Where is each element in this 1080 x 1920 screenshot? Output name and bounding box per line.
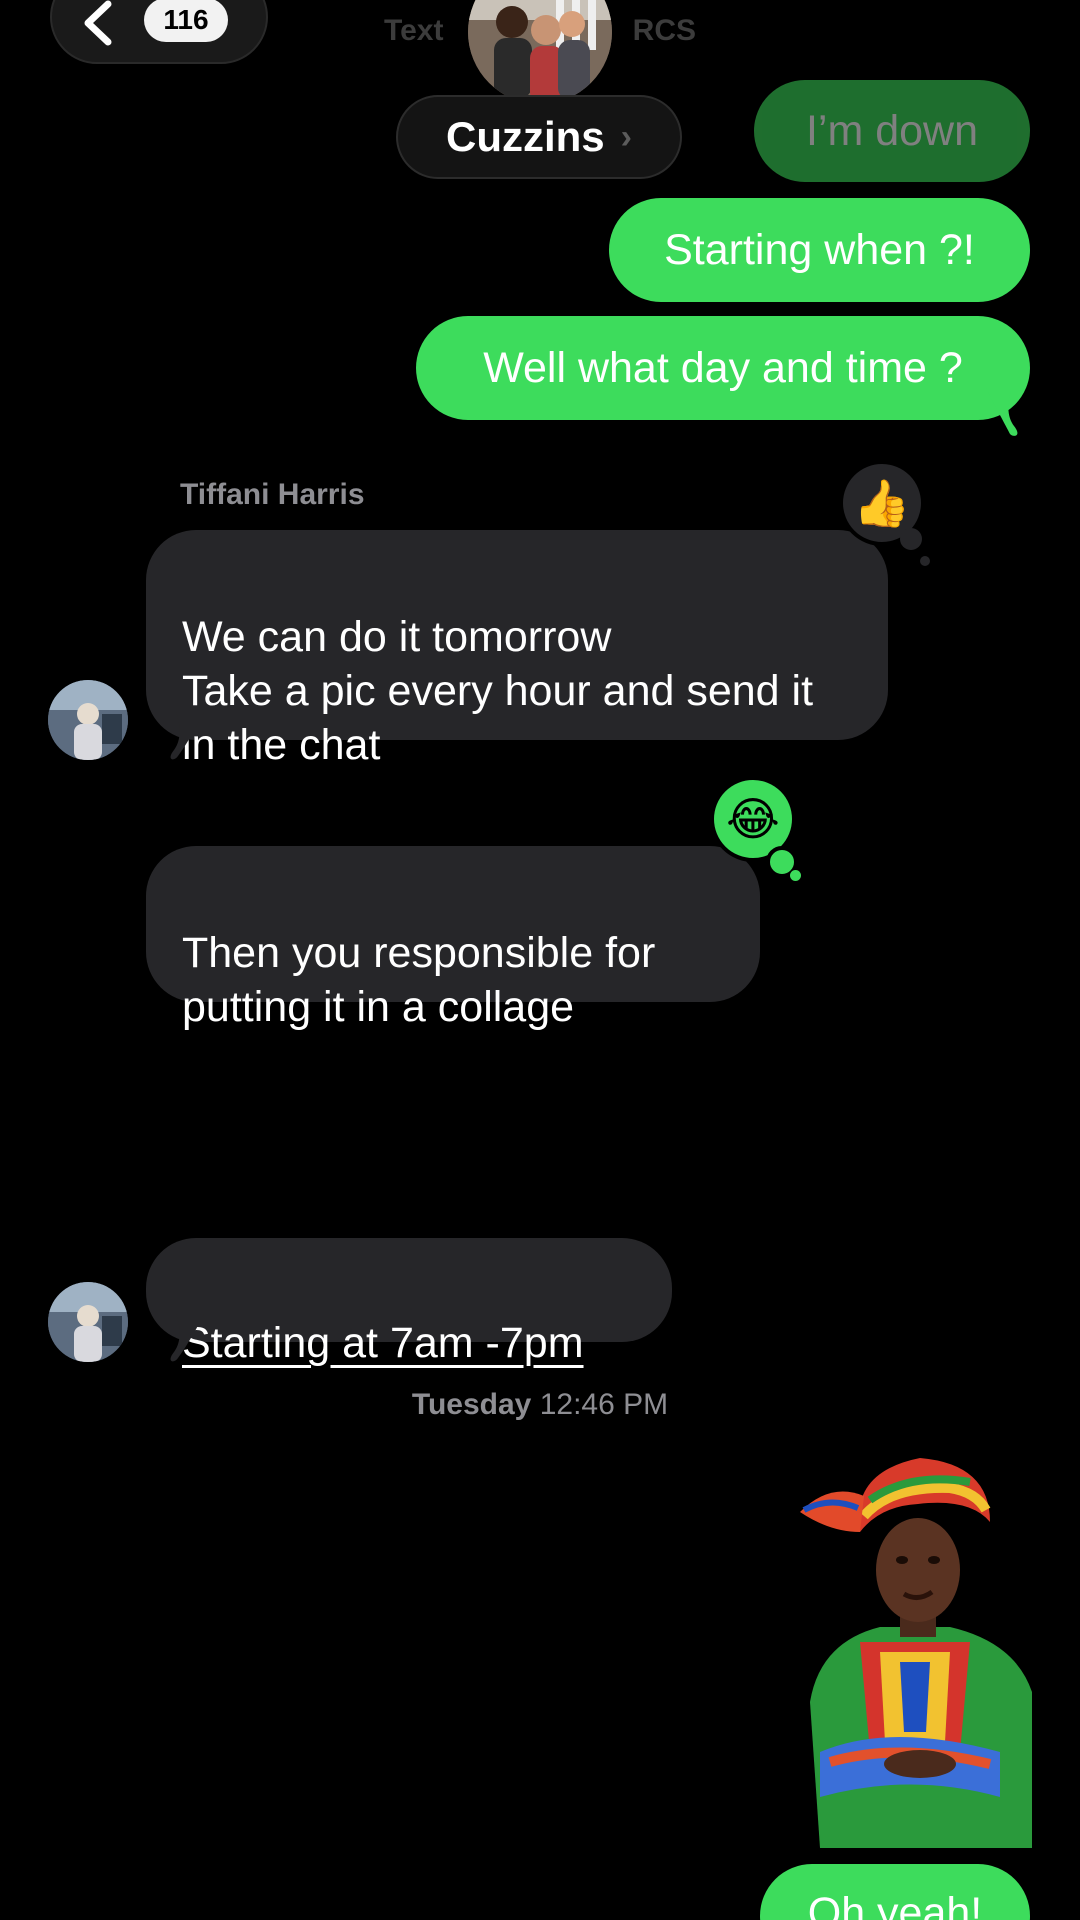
contact-photo-image — [48, 680, 128, 760]
detected-link-text[interactable]: Starting at 7am -7pm — [182, 1319, 584, 1367]
reaction-dot — [920, 556, 930, 566]
incoming-message[interactable]: We can do it tomorrow Take a pic every h… — [146, 530, 888, 769]
bubble-tail — [170, 712, 204, 760]
chevron-right-icon: › — [620, 117, 632, 156]
thumbs-up-icon: 👍 — [853, 476, 911, 529]
incoming-message[interactable]: Then you responsible for putting it in a… — [146, 846, 760, 1031]
service-label-right: RCS — [632, 14, 696, 47]
group-avatar[interactable] — [468, 0, 612, 104]
outgoing-message[interactable]: Well what day and time ? — [416, 316, 1030, 420]
chevron-left-icon — [84, 0, 112, 46]
conversation-title-button[interactable]: Cuzzins › — [396, 95, 682, 179]
laughing-emoji-icon: 😂 — [726, 793, 780, 845]
incoming-message[interactable]: Starting at 7am -7pm — [146, 1238, 672, 1367]
bubble-tail — [986, 388, 1018, 436]
messages-screen: 116 Text RCS Cuzzins › I’m down Starting… — [0, 0, 1080, 1920]
timestamp-day: Tuesday — [411, 1388, 532, 1421]
back-button[interactable]: 116 — [50, 0, 268, 64]
emoji-message[interactable]: 😂😂 — [146, 1054, 434, 1184]
timestamp-time: 12:46 PM — [539, 1388, 669, 1421]
reaction-dot — [790, 870, 801, 881]
bubble-tail — [170, 1314, 204, 1362]
contact-avatar[interactable] — [48, 1282, 128, 1362]
service-label-left: Text — [384, 14, 444, 47]
group-photo-image — [468, 0, 612, 104]
message-text: Well what day and time ? — [483, 344, 963, 392]
message-timestamp: Tuesday 12:46 PM — [0, 1388, 1080, 1422]
outgoing-message[interactable]: Starting when ?! — [609, 198, 1030, 302]
sender-name: Tiffani Harris — [180, 478, 365, 511]
conversation-title: Cuzzins — [446, 113, 605, 160]
contact-avatar[interactable] — [48, 680, 128, 760]
message-text: Then you responsible for putting it in a… — [182, 929, 656, 1031]
unread-count-badge: 116 — [144, 0, 228, 42]
outgoing-message[interactable]: I’m down — [754, 80, 1030, 182]
sticker-image[interactable] — [800, 1452, 1032, 1848]
message-text: We can do it tomorrow Take a pic every h… — [182, 613, 814, 769]
outgoing-message[interactable]: Oh yeah! — [760, 1864, 1030, 1920]
message-text: I’m down — [805, 107, 979, 155]
message-text: Starting when ?! — [664, 226, 975, 274]
woman-sticker-illustration — [800, 1458, 1032, 1848]
reaction-dot — [900, 528, 922, 550]
contact-photo-image — [48, 1282, 128, 1362]
message-text: Oh yeah! — [807, 1889, 983, 1920]
